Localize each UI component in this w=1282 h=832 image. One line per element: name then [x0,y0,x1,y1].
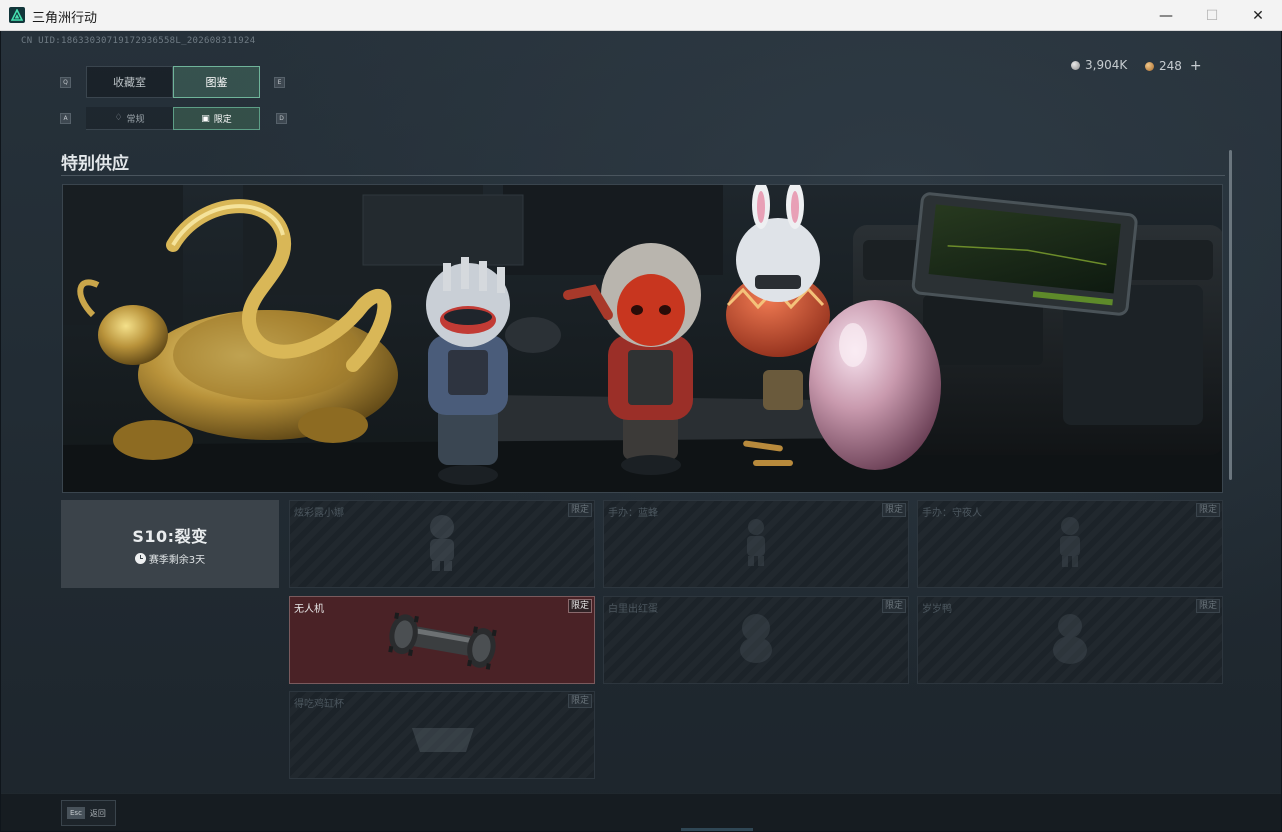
subtab-limited-label: 限定 [213,115,232,125]
figure-icon [1060,517,1080,568]
item-name: 手办：蓝蜂 [608,508,658,519]
window-title: 三角洲行动 [32,11,98,26]
duck-icon [1053,614,1087,665]
subtab-regular[interactable]: ♢ 常规 [86,107,173,130]
season-name: S10:裂变 [132,526,208,546]
section-divider [61,175,1225,176]
figure-icon [747,519,765,567]
clock-icon [134,552,146,564]
season-remaining: 赛季剩余3天 [134,551,206,566]
drone-icon [388,612,497,670]
item-card-selected[interactable]: 无人机 限定 [289,596,595,684]
item-card[interactable]: 得吃鸡缸杯 限定 [289,691,595,779]
window-titlebar: 三角洲行动 — ☐ ✕ [0,0,1282,31]
minimize-button[interactable]: — [1143,0,1189,31]
item-name: 手办：守夜人 [922,508,982,519]
limited-badge: 限定 [881,599,906,613]
cup-icon [412,728,474,752]
flame-icon: ♢ [114,113,123,123]
item-name: 得吃鸡缸杯 [294,699,344,710]
tab-next-keyhint: E [274,77,285,88]
limited-badge: 限定 [567,503,592,517]
close-button[interactable]: ✕ [1235,0,1281,31]
item-card[interactable]: 炫彩露小娜 限定 [289,500,595,588]
currency-bronze: 248 + [1145,58,1202,74]
back-label: 返回 [89,808,106,818]
back-button[interactable]: Esc 返回 [61,800,116,826]
figure-icon [430,515,454,572]
subtab-prev-keyhint: A [60,113,71,124]
footer-bar: Esc 返回 [1,793,1281,831]
app-logo-icon [9,7,25,23]
scrollbar[interactable] [1229,150,1232,480]
limited-badge: 限定 [1195,599,1220,613]
item-card[interactable]: 手办：守夜人 限定 [917,500,1223,588]
item-name: 无人机 [294,604,324,615]
season-card: S10:裂变 赛季剩余3天 [61,500,279,588]
tab-codex[interactable]: 图鉴 [173,66,260,98]
calendar-icon: ▣ [201,113,210,124]
maximize-button[interactable]: ☐ [1189,0,1235,31]
limited-badge: 限定 [567,599,592,613]
user-uid: CN UID:18633030719172936558L_20260831192… [21,36,256,46]
item-card[interactable]: 白里出红蛋 限定 [603,596,909,684]
item-name: 炫彩露小娜 [294,508,344,519]
esc-keyhint: Esc [67,807,85,819]
silver-coin-icon [1071,60,1080,70]
egg-figure-icon [740,614,772,664]
season-remaining-text: 赛季剩余3天 [148,554,206,566]
subtab-regular-label: 常规 [126,114,145,125]
subtab-limited[interactable]: ▣ 限定 [173,107,260,130]
section-title: 特别供应 [61,154,129,174]
limited-badge: 限定 [881,503,906,517]
special-supply-banner[interactable] [62,184,1223,493]
currency-silver-value: 3,904K [1085,58,1128,72]
bottom-accent [681,828,753,831]
tab-collection-room[interactable]: 收藏室 [86,66,173,98]
item-name: 白里出红蛋 [608,604,658,615]
currency-bronze-value: 248 [1159,59,1182,73]
limited-badge: 限定 [567,694,592,708]
tab-prev-keyhint: Q [60,77,71,88]
game-viewport: CN UID:18633030719172936558L_20260831192… [1,31,1281,831]
bronze-coin-icon [1145,61,1154,71]
subtab-next-keyhint: D [276,113,287,124]
add-currency-button[interactable]: + [1190,58,1202,74]
item-card[interactable]: 岁岁鸭 限定 [917,596,1223,684]
item-card[interactable]: 手办：蓝蜂 限定 [603,500,909,588]
limited-badge: 限定 [1195,503,1220,517]
item-name: 岁岁鸭 [922,604,952,615]
currency-silver: 3,904K [1071,58,1127,72]
